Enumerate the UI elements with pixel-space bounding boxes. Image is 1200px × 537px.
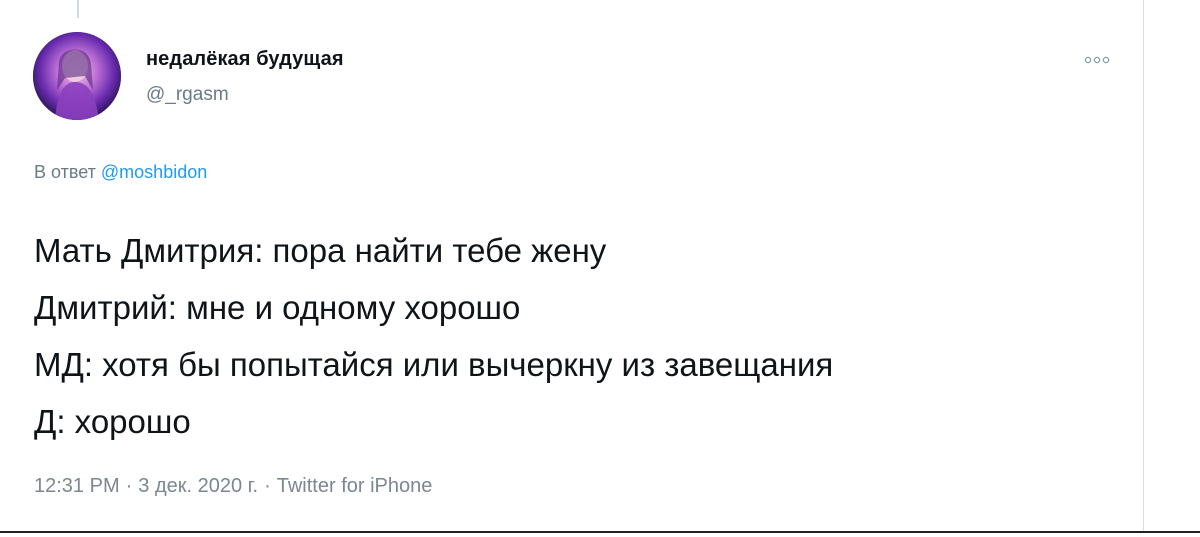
avatar[interactable]	[33, 32, 121, 120]
tweet-time[interactable]: 12:31 PM	[34, 475, 120, 497]
tweet-card: недалёкая будущая @_rgasm В ответ @moshb…	[0, 0, 1200, 537]
tweet-line: Д: хорошо	[34, 403, 191, 440]
tweet-line: Дмитрий: мне и одному хорошо	[34, 289, 521, 326]
tweet-text: Мать Дмитрия: пора найти тебе жену Дмитр…	[34, 222, 833, 450]
author-handle[interactable]: @_rgasm	[146, 84, 229, 106]
meta-separator: ·	[264, 475, 271, 497]
author-name[interactable]: недалёкая будущая	[146, 48, 344, 71]
more-options-icon[interactable]	[1082, 55, 1112, 65]
meta-separator: ·	[125, 475, 133, 497]
reply-context: В ответ @moshbidon	[34, 162, 207, 183]
tweet-meta: 12:31 PM · 3 дек. 2020 г. · Twitter for iPho…	[34, 475, 432, 498]
tweet-source[interactable]: Twitter for iPhone	[277, 475, 433, 497]
card-bottom-border	[0, 531, 1200, 533]
tweet-line: МД: хотя бы попытайся или вычеркну из за…	[34, 346, 834, 383]
tweet-date[interactable]: 3 дек. 2020 г.	[138, 475, 258, 497]
tweet-line: Мать Дмитрия: пора найти тебе жену	[34, 232, 607, 269]
card-right-border	[1143, 0, 1144, 533]
reply-prefix: В ответ	[34, 162, 96, 182]
thread-connector-line	[77, 0, 79, 18]
reply-mention-link[interactable]: @moshbidon	[101, 162, 207, 182]
avatar-image	[33, 32, 121, 120]
